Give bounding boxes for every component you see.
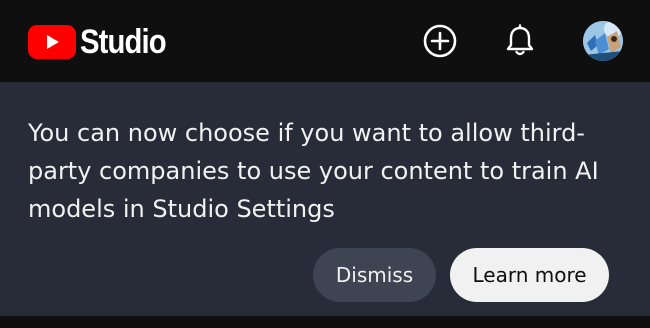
plus-circle-icon [423,24,457,58]
dismiss-button[interactable]: Dismiss [313,248,436,302]
youtube-logo-icon [28,25,76,59]
learn-more-button[interactable]: Learn more [450,248,609,302]
create-button[interactable] [420,21,460,61]
top-app-bar: Studio [0,0,650,82]
notifications-button[interactable] [500,21,540,61]
avatar[interactable] [583,21,623,61]
bell-icon [506,24,534,56]
content-area-edge [0,316,650,328]
banner-message: You can now choose if you want to allow … [28,119,599,223]
notice-banner: You can now choose if you want to allow … [0,82,650,316]
app-title: Studio [80,23,167,61]
studio-logo[interactable]: Studio [28,24,180,60]
avatar-image-icon [583,21,623,61]
